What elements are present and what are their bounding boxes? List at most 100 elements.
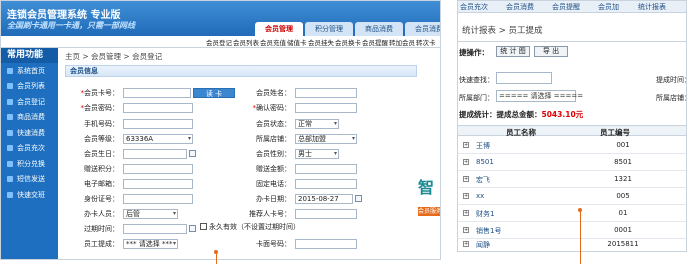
divider bbox=[458, 41, 686, 42]
store-select[interactable]: 总部加盟 bbox=[295, 134, 357, 144]
card-no-input[interactable] bbox=[123, 88, 191, 98]
password-input[interactable] bbox=[123, 103, 193, 113]
promo-tag: 会员服务 bbox=[418, 207, 441, 216]
staff-name[interactable]: 宏飞 bbox=[476, 175, 490, 185]
operator-select[interactable]: 后管 bbox=[123, 209, 178, 219]
expire-input[interactable] bbox=[123, 224, 187, 234]
calendar-icon[interactable] bbox=[189, 225, 196, 232]
referrer-input[interactable] bbox=[295, 209, 357, 219]
label-email: 电子邮箱： bbox=[84, 180, 119, 188]
subnav-recharge[interactable]: 会员充值 bbox=[260, 37, 286, 47]
birthday-input[interactable] bbox=[123, 149, 187, 159]
export-button[interactable]: 导 出 bbox=[534, 46, 568, 57]
sidebar-item-product-consumption[interactable]: 商品消费 bbox=[1, 110, 58, 126]
staff-commission-window: 会员充次 会员消费 会员提醒 会员加 统计报表 统计报表 > 员工提成 捷操作：… bbox=[457, 0, 687, 252]
tab-member-management[interactable]: 会员管理 bbox=[255, 22, 303, 36]
label-landline: 固定电话： bbox=[256, 180, 291, 188]
tab-member-reminder[interactable]: 会员提醒 bbox=[552, 2, 580, 12]
level-select[interactable]: 63336A bbox=[123, 134, 193, 144]
subnav-report-loss[interactable]: 会员挂失 bbox=[308, 37, 334, 47]
confirm-password-input[interactable] bbox=[295, 103, 357, 113]
staff-no: 1321 bbox=[614, 175, 632, 183]
sidebar-item-member-list[interactable]: 会员列表 bbox=[1, 79, 58, 95]
card-date-input[interactable]: 2015-08-27 bbox=[295, 194, 353, 204]
status-select[interactable]: 正常 bbox=[295, 119, 339, 129]
sidebar: 常用功能 系统首页 会员列表 会员登记 商品消费 快速消费 会员充次 积分兑换 … bbox=[1, 48, 58, 259]
subnav-add-member[interactable]: 转加会员 bbox=[389, 37, 415, 47]
label-bonus-amount: 赠送金额： bbox=[256, 165, 291, 173]
phone-input[interactable] bbox=[123, 119, 193, 129]
never-expire-label: 永久有效（不设置过期时间） bbox=[209, 223, 300, 231]
sidebar-item-register[interactable]: 会员登记 bbox=[1, 94, 58, 110]
name-input[interactable] bbox=[295, 88, 357, 98]
table-row[interactable]: + 闻静 2015811 bbox=[458, 236, 686, 251]
email-input[interactable] bbox=[123, 179, 193, 189]
expand-icon[interactable]: + bbox=[463, 210, 469, 216]
expand-icon[interactable]: + bbox=[463, 176, 469, 182]
bonus-amount-input[interactable] bbox=[295, 164, 357, 174]
dept-select[interactable]: ===== 请选择 ===== bbox=[496, 90, 583, 102]
staff-name[interactable]: xx bbox=[476, 192, 484, 200]
never-expire-checkbox[interactable] bbox=[200, 223, 207, 230]
subnav-reminder[interactable]: 会员提醒 bbox=[362, 37, 388, 47]
sidebar-item-home[interactable]: 系统首页 bbox=[1, 63, 58, 79]
subnav-change-card[interactable]: 会员换卡 bbox=[335, 37, 361, 47]
staff-name[interactable]: 8501 bbox=[476, 158, 494, 166]
calendar-icon[interactable] bbox=[189, 150, 196, 157]
main-tabs: 会员管理 积分管理 商品消费 会员消费 bbox=[255, 22, 440, 36]
tab-member-consumption[interactable]: 会员消费 bbox=[506, 2, 534, 12]
label-id-card: 身份证号： bbox=[84, 195, 119, 203]
bonus-points-input[interactable] bbox=[123, 164, 193, 174]
label-status: 会员状态： bbox=[256, 120, 291, 128]
tab-reports[interactable]: 统计报表 bbox=[638, 2, 666, 12]
subnav-stored-card[interactable]: 储值卡 bbox=[287, 37, 307, 47]
tab-member-add[interactable]: 会员加 bbox=[598, 2, 619, 12]
expand-icon[interactable]: + bbox=[463, 142, 469, 148]
label-gender: 会员性别： bbox=[256, 150, 291, 158]
chart-button[interactable]: 统 计 图 bbox=[496, 46, 530, 57]
expand-icon[interactable]: + bbox=[463, 241, 469, 247]
commission-select[interactable]: *** 请选择 *** bbox=[123, 239, 178, 249]
sidebar-item-quick-consumption[interactable]: 快速消费 bbox=[1, 125, 58, 141]
sidebar-item-sms[interactable]: 短信发送 bbox=[1, 172, 58, 188]
staff-name[interactable]: 闻静 bbox=[476, 240, 490, 250]
sidebar-item-label: 短信发送 bbox=[17, 175, 45, 184]
staff-name[interactable]: 财务1 bbox=[476, 209, 494, 219]
cart-icon bbox=[7, 114, 13, 121]
landline-input[interactable] bbox=[295, 179, 357, 189]
pointer-line bbox=[580, 210, 581, 264]
staff-name[interactable]: 销售1号 bbox=[476, 226, 501, 236]
clock-icon bbox=[7, 191, 13, 198]
breadcrumb: 统计报表 > 员工提成 bbox=[462, 26, 543, 36]
id-card-input[interactable] bbox=[123, 194, 193, 204]
table-row[interactable]: + xx 005 bbox=[458, 188, 686, 205]
sidebar-item-shift[interactable]: 快速交班 bbox=[1, 187, 58, 203]
tab-member-consumption[interactable]: 会员消费 bbox=[405, 22, 440, 36]
calendar-icon[interactable] bbox=[355, 195, 362, 202]
sidebar-item-points-exchange[interactable]: 积分兑换 bbox=[1, 156, 58, 172]
label-password: *会员密码： bbox=[65, 103, 120, 113]
card-face-no-input[interactable] bbox=[295, 239, 357, 249]
expand-icon[interactable]: + bbox=[463, 193, 469, 199]
staff-name[interactable]: 王博 bbox=[476, 141, 490, 151]
subnav-times-card[interactable]: 转次卡 bbox=[416, 37, 436, 47]
table-row[interactable]: +8501 8501 bbox=[458, 154, 686, 171]
gift-icon bbox=[7, 160, 13, 167]
gender-select[interactable]: 男士 bbox=[295, 149, 339, 159]
read-card-button[interactable]: 读 卡 bbox=[193, 88, 235, 98]
tab-recharge-times[interactable]: 会员充次 bbox=[460, 2, 488, 12]
subnav-register[interactable]: 会员登记 bbox=[206, 37, 232, 47]
tab-points-management[interactable]: 积分管理 bbox=[305, 22, 353, 36]
expand-icon[interactable]: + bbox=[463, 227, 469, 233]
expand-icon[interactable]: + bbox=[463, 159, 469, 165]
sidebar-item-label: 商品消费 bbox=[17, 113, 45, 122]
sidebar-item-recharge-times[interactable]: 会员充次 bbox=[1, 141, 58, 157]
tab-product-consumption[interactable]: 商品消费 bbox=[355, 22, 403, 36]
promo-banner[interactable]: 智 会员服务 bbox=[418, 179, 441, 241]
table-row[interactable]: + 宏飞 1321 bbox=[458, 171, 686, 188]
table-row[interactable]: + 王博 001 bbox=[458, 137, 686, 154]
subnav-member-list[interactable]: 会员列表 bbox=[233, 37, 259, 47]
dept-label: 所属部门： bbox=[459, 94, 494, 102]
table-row[interactable]: + 财务1 01 bbox=[458, 205, 686, 222]
quick-search-input[interactable] bbox=[496, 72, 552, 84]
